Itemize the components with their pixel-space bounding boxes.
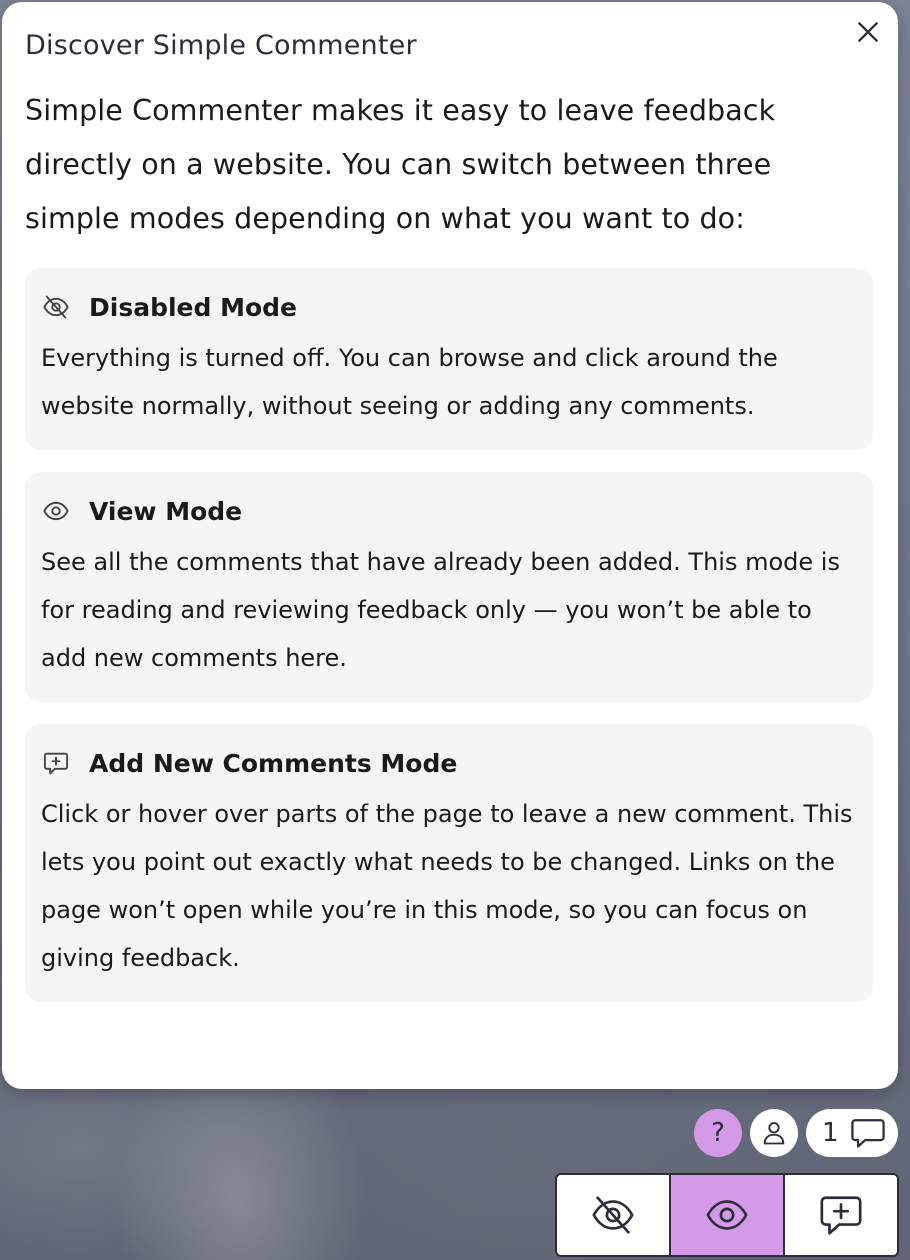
eye-icon bbox=[41, 496, 71, 526]
disabled-mode-button[interactable] bbox=[557, 1175, 671, 1255]
card-description: See all the comments that have already b… bbox=[41, 548, 840, 672]
mode-card-add: Add New Comments Mode Click or hover ove… bbox=[25, 724, 873, 1002]
comment-count: 1 bbox=[822, 1118, 839, 1148]
card-title: Add New Comments Mode bbox=[89, 748, 458, 778]
close-icon[interactable] bbox=[855, 19, 881, 45]
mode-card-disabled: Disabled Mode Everything is turned off. … bbox=[25, 268, 873, 450]
status-pills: ? 1 bbox=[0, 1109, 910, 1157]
card-description: Everything is turned off. You can browse… bbox=[41, 344, 778, 420]
help-dialog: Discover Simple Commenter Simple Comment… bbox=[2, 2, 898, 1089]
comment-icon bbox=[850, 1119, 885, 1148]
comment-plus-icon bbox=[41, 748, 71, 778]
dialog-intro: Simple Commenter makes it easy to leave … bbox=[25, 94, 776, 235]
card-description: Click or hover over parts of the page to… bbox=[41, 800, 853, 972]
close-button[interactable] bbox=[852, 16, 884, 48]
user-icon bbox=[763, 1122, 785, 1145]
view-mode-button[interactable] bbox=[671, 1175, 785, 1255]
add-comment-mode-button[interactable] bbox=[785, 1175, 897, 1255]
help-button[interactable]: ? bbox=[694, 1109, 742, 1157]
dialog-title: Discover Simple Commenter bbox=[25, 30, 417, 61]
mode-switcher bbox=[555, 1173, 899, 1257]
comment-plus-icon bbox=[820, 1196, 862, 1235]
mode-card-view: View Mode See all the comments that have… bbox=[25, 472, 873, 702]
card-title: Disabled Mode bbox=[89, 292, 297, 322]
user-button[interactable] bbox=[750, 1109, 798, 1157]
eye-icon bbox=[706, 1200, 748, 1230]
comment-count-button[interactable]: 1 bbox=[806, 1109, 898, 1157]
card-title: View Mode bbox=[89, 496, 243, 526]
eye-off-icon bbox=[592, 1196, 634, 1234]
eye-off-icon bbox=[41, 292, 71, 322]
